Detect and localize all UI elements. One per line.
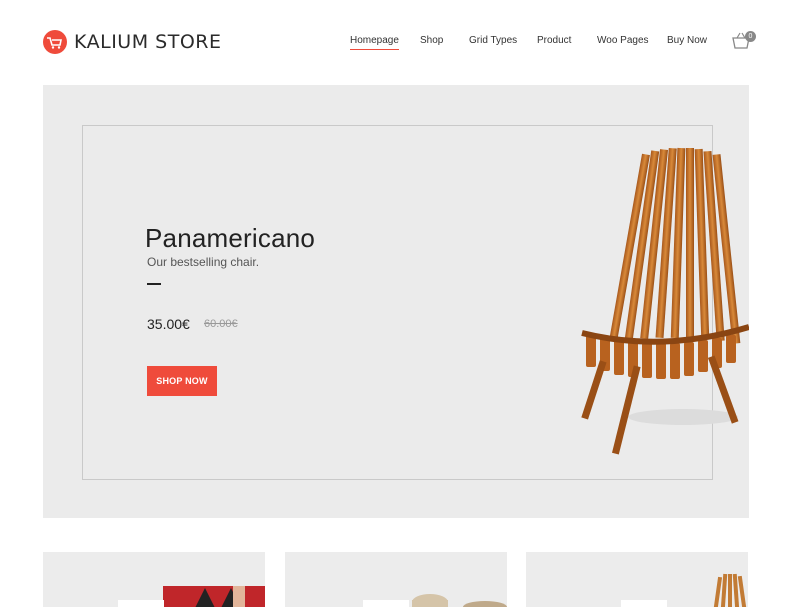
hero-divider	[147, 283, 161, 285]
card-label-area	[118, 600, 164, 607]
product-image	[712, 573, 748, 607]
nav-item-homepage[interactable]: Homepage	[350, 35, 399, 50]
hero-title: Panamericano	[145, 223, 316, 253]
nav-item-product[interactable]: Product	[537, 35, 571, 46]
card-label-area	[363, 600, 409, 607]
logo[interactable]: KALIUM STORE	[43, 29, 221, 55]
hero-old-price: 60.00€	[204, 318, 238, 330]
hero-subtitle: Our bestselling chair.	[147, 255, 260, 269]
product-image	[412, 594, 507, 607]
nav-item-buy-now[interactable]: Buy Now	[667, 35, 707, 46]
nav-item-woo-pages[interactable]: Woo Pages	[597, 35, 649, 46]
hero-price: 35.00€	[147, 316, 190, 332]
logo-text: KALIUM STORE	[74, 31, 222, 53]
product-card[interactable]	[526, 552, 748, 607]
nav-item-grid-types[interactable]: Grid Types	[469, 35, 517, 46]
card-label-area	[621, 600, 667, 607]
shop-now-button[interactable]: SHOP NOW	[147, 366, 217, 396]
cart-count-badge: 0	[745, 31, 756, 42]
product-card[interactable]	[285, 552, 507, 607]
product-card[interactable]	[43, 552, 265, 607]
nav-item-shop[interactable]: Shop	[420, 35, 443, 46]
cart-button[interactable]: 0	[731, 31, 756, 52]
site-header: KALIUM STORE Homepage Shop Grid Types Pr…	[0, 0, 792, 85]
hero-slider: Panamericano Our bestselling chair. 35.0…	[43, 85, 749, 518]
shopping-cart-icon	[43, 30, 67, 54]
product-image	[163, 586, 265, 607]
chair-image	[581, 147, 749, 455]
